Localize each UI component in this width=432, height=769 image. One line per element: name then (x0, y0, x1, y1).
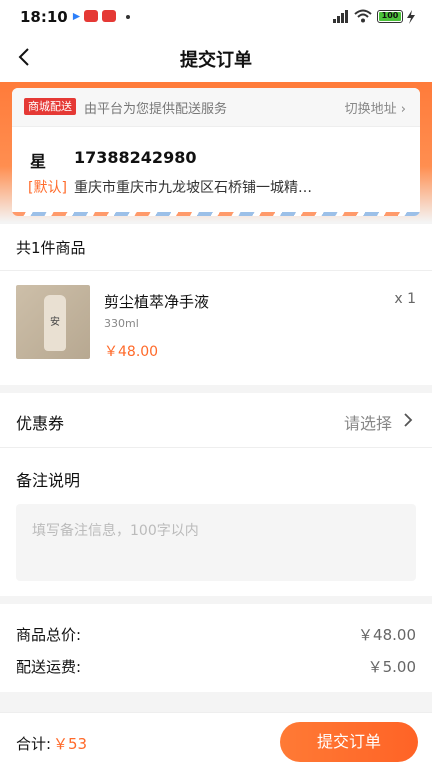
shipping-fee-label: 配送运费: (16, 658, 82, 676)
delivery-tag: 商城配送 (24, 98, 76, 115)
app-notification-icon (102, 10, 116, 22)
product-spec: 330ml (104, 317, 139, 330)
coupon-value: 请选择 (343, 414, 392, 433)
chevron-right-icon (404, 413, 413, 427)
top-nav-bar: 提交订单 (0, 34, 432, 82)
delivery-method-row: 商城配送 由平台为您提供配送服务 切换地址 › (12, 88, 420, 127)
bottom-checkout-bar: 合计: ￥53 提交订单 (0, 712, 432, 769)
delivery-description: 由平台为您提供配送服务 (84, 102, 228, 117)
list-item[interactable]: 安 剪尘植萃净手液 330ml ￥48.00 x 1 (0, 271, 432, 385)
bottle-icon: 安 (44, 295, 66, 351)
status-time: 18:10 (20, 8, 68, 26)
play-app-icon (72, 12, 81, 21)
notes-placeholder: 填写备注信息，100字以内 (32, 523, 199, 539)
items-section-header: 共1件商品 (0, 224, 432, 271)
product-quantity: x 1 (394, 291, 416, 307)
address-card[interactable]: 商城配送 由平台为您提供配送服务 切换地址 › 星 17388242980 [默… (12, 88, 420, 216)
switch-address-label: 切换地址 (344, 102, 397, 117)
default-address-tag: [默认] (28, 180, 67, 196)
battery-icon: 100 (377, 10, 403, 23)
goods-total-value: ￥48.00 (358, 626, 416, 644)
coupon-label: 优惠券 (16, 414, 65, 433)
recipient-phone: 17388242980 (74, 148, 197, 167)
total-value: ￥53 (53, 735, 88, 753)
total-label: 合计: (16, 735, 52, 753)
coupon-row[interactable]: 优惠券 请选择 (0, 393, 432, 448)
chevron-right-icon: › (400, 102, 406, 117)
address-line: 重庆市重庆市九龙坡区石桥铺一城精… (74, 180, 312, 196)
product-name: 剪尘植萃净手液 (104, 293, 210, 311)
signal-icon (333, 10, 348, 23)
items-count-label: 共1件商品 (16, 239, 86, 257)
status-bar: 18:10 100 (0, 0, 432, 34)
price-summary: 商品总价: ￥48.00 配送运费: ￥5.00 (0, 604, 432, 692)
goods-total-label: 商品总价: (16, 626, 82, 644)
app-notification-icon (84, 10, 98, 22)
product-thumbnail: 安 (16, 285, 90, 359)
page-title: 提交订单 (180, 50, 252, 71)
charging-icon (407, 10, 415, 24)
recipient-name: 星 (30, 152, 47, 171)
more-notifications-dot (126, 15, 130, 19)
submit-order-button[interactable]: 提交订单 (280, 722, 418, 762)
switch-address-link[interactable]: 切换地址 › (345, 98, 406, 117)
shipping-fee-value: ￥5.00 (367, 658, 416, 676)
product-price: ￥48.00 (104, 344, 159, 360)
notes-input[interactable]: 填写备注信息，100字以内 (16, 504, 416, 581)
airmail-stripe-divider (12, 212, 420, 216)
notes-section: 备注说明 填写备注信息，100字以内 (0, 448, 432, 596)
wifi-icon (354, 9, 372, 23)
battery-level: 100 (381, 11, 399, 20)
notes-label: 备注说明 (16, 471, 81, 490)
